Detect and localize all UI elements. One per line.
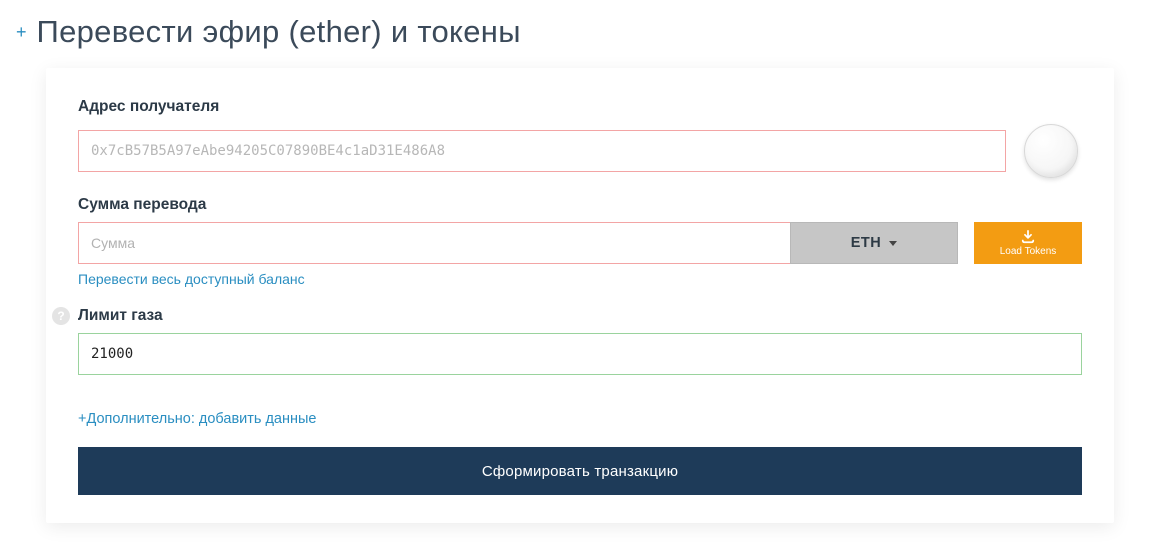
download-icon — [1021, 230, 1035, 244]
help-icon[interactable]: ? — [52, 307, 70, 325]
chevron-down-icon — [889, 241, 897, 246]
advanced-add-data-link[interactable]: +Дополнительно: добавить данные — [78, 411, 317, 427]
load-tokens-label: Load Tokens — [1000, 246, 1057, 257]
amount-group: Сумма перевода ETH L — [78, 196, 1082, 289]
recipient-label: Адрес получателя — [78, 98, 1082, 116]
amount-label: Сумма перевода — [78, 196, 1082, 214]
plus-icon: + — [16, 23, 27, 41]
load-tokens-button[interactable]: Load Tokens — [974, 222, 1082, 264]
amount-input[interactable] — [78, 222, 790, 264]
generate-transaction-button[interactable]: Сформировать транзакцию — [78, 447, 1082, 495]
send-card: Адрес получателя Сумма перевода ETH — [46, 68, 1114, 523]
gas-limit-group: ? Лимит газа — [78, 307, 1082, 375]
currency-selected-label: ETH — [851, 235, 882, 251]
gas-limit-label: Лимит газа — [78, 307, 1082, 325]
page-title: Перевести эфир (ether) и токены — [37, 14, 521, 50]
currency-dropdown[interactable]: ETH — [790, 222, 958, 264]
recipient-group: Адрес получателя — [78, 98, 1082, 178]
page-header: + Перевести эфир (ether) и токены — [10, 14, 1144, 50]
send-entire-balance-link[interactable]: Перевести весь доступный баланс — [78, 271, 305, 287]
gas-limit-input[interactable] — [78, 333, 1082, 375]
address-identicon — [1024, 124, 1078, 178]
recipient-address-input[interactable] — [78, 130, 1006, 172]
